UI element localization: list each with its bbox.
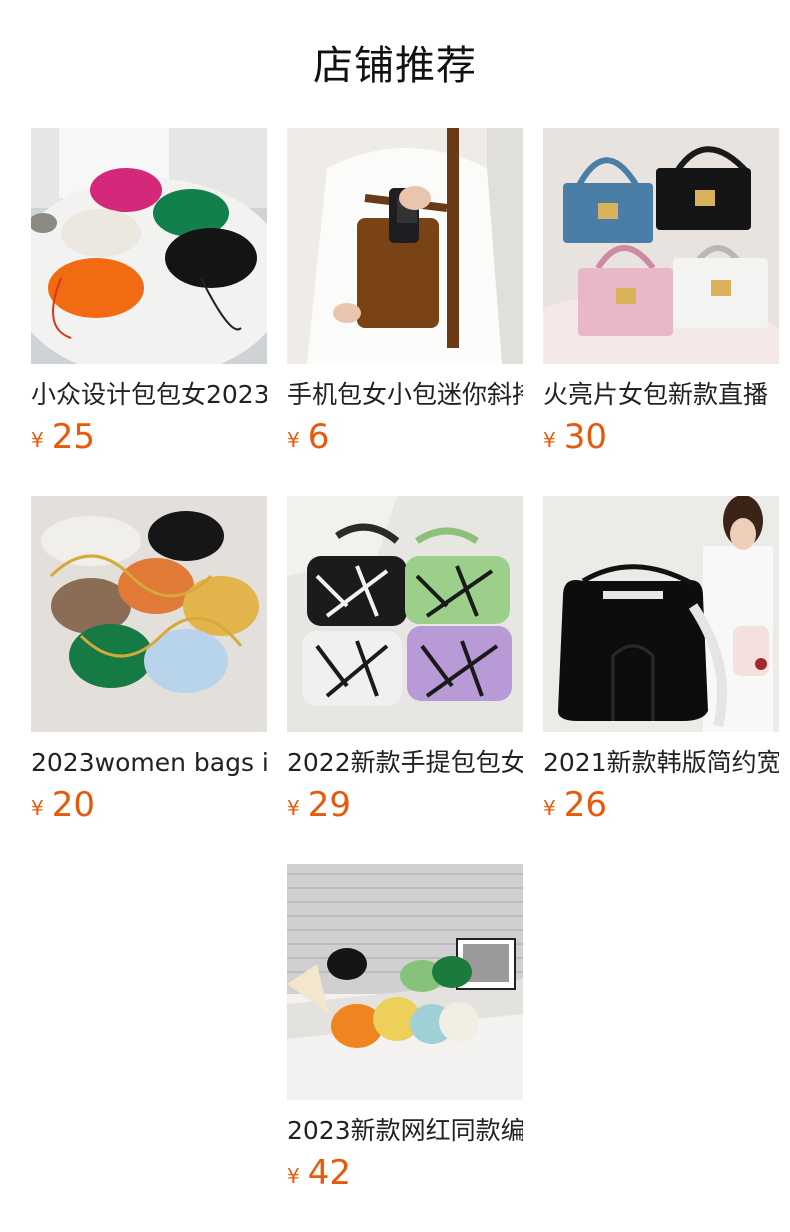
product-name[interactable]: 手机包女小包迷你斜挎 — [287, 378, 523, 412]
product-image[interactable] — [287, 496, 523, 732]
product-image[interactable] — [543, 496, 779, 732]
shop-recommendations-page: 店铺推荐 小众设计包包女2023 ¥ 25 手机包女小包迷你斜挎 ¥ 6 火亮片… — [0, 0, 790, 1232]
price-value: 42 — [307, 1153, 351, 1193]
product-image[interactable] — [287, 864, 523, 1100]
section-title: 店铺推荐 — [313, 43, 477, 89]
price-value: 30 — [563, 417, 607, 457]
product-image[interactable] — [287, 128, 523, 364]
currency-symbol: ¥ — [543, 796, 556, 820]
price-value: 29 — [307, 785, 351, 825]
product-name[interactable]: 2023women bags in — [31, 746, 267, 780]
currency-symbol: ¥ — [543, 428, 556, 452]
product-name[interactable]: 2022新款手提包包女 — [287, 746, 523, 780]
product-grid: 小众设计包包女2023 ¥25 手机包女小包迷你斜挎 ¥ 6 火亮片女包新款直播… — [31, 128, 779, 1220]
price-value: 6 — [307, 417, 330, 457]
product-name[interactable]: 小众设计包包女2023 — [31, 378, 267, 412]
product-card[interactable]: 火亮片女包新款直播 ¥30 — [543, 128, 779, 484]
product-card[interactable]: 小众设计包包女2023 ¥25 — [31, 128, 267, 484]
currency-symbol: ¥ — [31, 796, 44, 820]
product-price: ¥30 — [543, 416, 779, 464]
product-image[interactable] — [31, 496, 267, 732]
product-price: ¥6 — [287, 416, 523, 464]
product-name[interactable]: 火亮片女包新款直播 — [543, 378, 779, 412]
product-image[interactable] — [543, 128, 779, 364]
product-card[interactable]: 2022新款手提包包女 ¥29 — [287, 496, 523, 852]
price-value: 26 — [563, 785, 607, 825]
product-price: ¥20 — [31, 784, 267, 832]
price-value: 20 — [51, 785, 95, 825]
product-name[interactable]: 2023新款网红同款编 — [287, 1114, 523, 1148]
product-card[interactable]: 2021新款韩版简约宽 ¥26 — [543, 496, 779, 852]
product-image[interactable] — [31, 128, 267, 364]
currency-symbol: ¥ — [287, 1164, 300, 1188]
currency-symbol: ¥ — [31, 428, 44, 452]
product-card[interactable]: 手机包女小包迷你斜挎 ¥6 — [287, 128, 523, 484]
product-price: ¥42 — [287, 1152, 523, 1200]
product-card[interactable]: 2023新款网红同款编 ¥42 — [287, 864, 523, 1220]
product-price: ¥29 — [287, 784, 523, 832]
currency-symbol: ¥ — [287, 428, 300, 452]
product-price: ¥25 — [31, 416, 267, 464]
currency-symbol: ¥ — [287, 796, 300, 820]
product-name[interactable]: 2021新款韩版简约宽 — [543, 746, 779, 780]
price-value: 25 — [51, 417, 95, 457]
product-card[interactable]: 2023women bags in ¥20 — [31, 496, 267, 852]
product-price: ¥26 — [543, 784, 779, 832]
